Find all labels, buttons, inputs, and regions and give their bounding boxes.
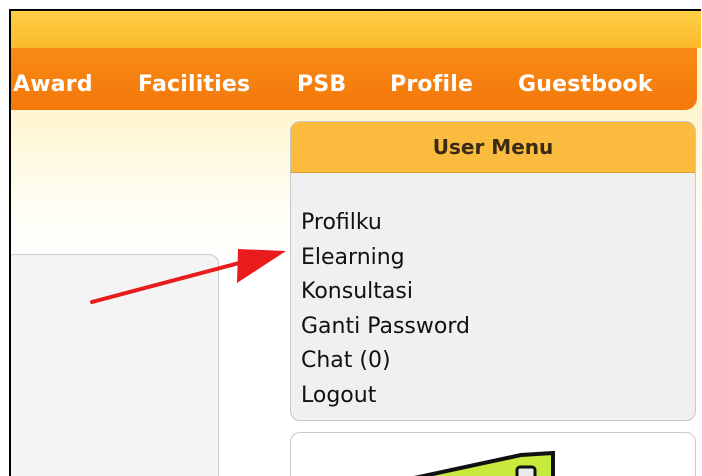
menu-item-logout[interactable]: Logout bbox=[301, 379, 470, 414]
nav-item-award[interactable]: Award bbox=[13, 72, 93, 97]
nav-item-guestbook[interactable]: Guestbook bbox=[518, 72, 653, 97]
nav-item-psb[interactable]: PSB bbox=[297, 72, 346, 97]
banner-widget bbox=[290, 432, 696, 476]
menu-item-konsultasi[interactable]: Konsultasi bbox=[301, 275, 470, 310]
menu-item-ganti-password[interactable]: Ganti Password bbox=[301, 310, 470, 345]
menu-item-elearning[interactable]: Elearning bbox=[301, 241, 470, 276]
user-menu-list: Profilku Elearning Konsultasi Ganti Pass… bbox=[301, 206, 470, 414]
browser-viewport: Award Facilities PSB Profile Guestbook U… bbox=[9, 9, 701, 476]
menu-item-profilku[interactable]: Profilku bbox=[301, 206, 470, 241]
card-slot bbox=[515, 465, 537, 476]
user-menu-title: User Menu bbox=[291, 122, 695, 173]
user-menu-panel: User Menu Profilku Elearning Konsultasi … bbox=[290, 121, 696, 421]
main-navigation: Award Facilities PSB Profile Guestbook bbox=[11, 48, 697, 110]
nav-item-profile[interactable]: Profile bbox=[390, 72, 473, 97]
content-panel bbox=[11, 254, 219, 476]
banner-graphic bbox=[414, 450, 555, 476]
nav-item-facilities[interactable]: Facilities bbox=[138, 72, 250, 97]
menu-item-chat[interactable]: Chat (0) bbox=[301, 344, 470, 379]
header-banner bbox=[11, 11, 701, 48]
